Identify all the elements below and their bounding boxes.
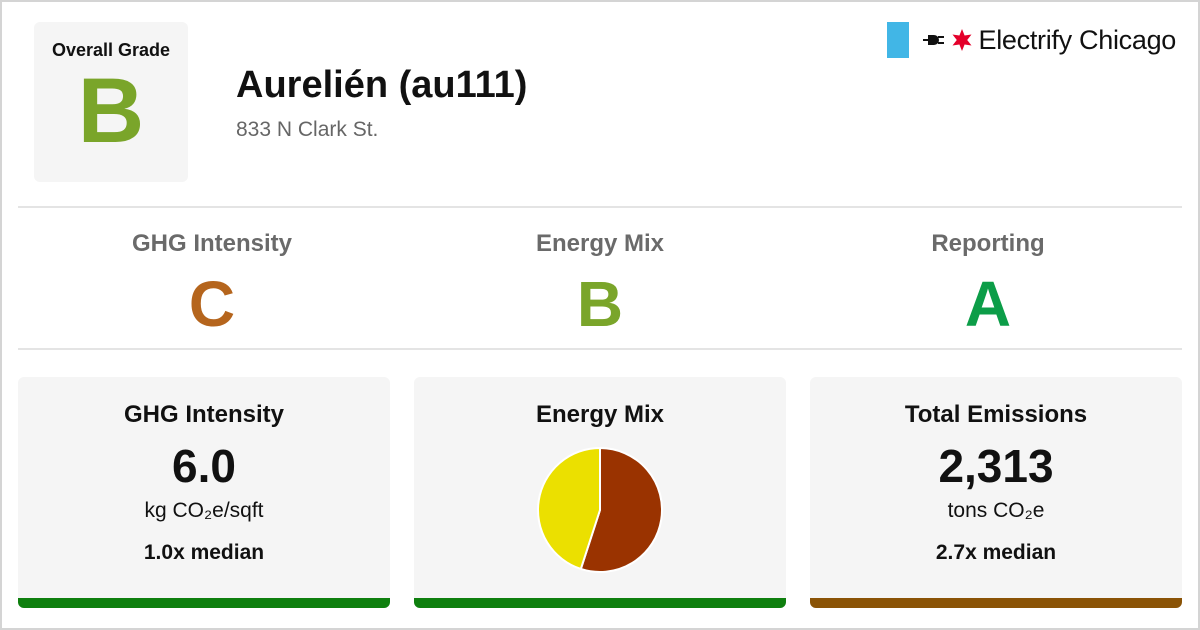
total-emissions-unit: tons CO₂e xyxy=(947,499,1045,522)
overall-grade-tile: Overall Grade B xyxy=(34,22,188,182)
subgrade-ghg-intensity: GHG Intensity C xyxy=(18,210,406,348)
flag-stripe-icon xyxy=(886,22,909,58)
plug-icon xyxy=(922,35,944,45)
subgrade-label: Energy Mix xyxy=(535,230,665,257)
energy-mix-card: Energy Mix xyxy=(414,377,786,608)
subgrade-label: Reporting xyxy=(931,230,1045,257)
card-status-bar xyxy=(414,598,786,608)
card-title: Total Emissions xyxy=(904,401,1088,428)
sub-grades: GHG Intensity C Energy Mix B Reporting A xyxy=(18,210,1182,348)
total-emissions-card: Total Emissions 2,313 tons CO₂e 2.7x med… xyxy=(810,377,1182,608)
card-status-bar xyxy=(18,598,390,608)
divider-top xyxy=(18,206,1182,208)
subgrade-letter: C xyxy=(188,268,236,340)
electrify-chicago-logo[interactable]: Electrify Chicago xyxy=(886,22,1177,58)
energy-mix-pie-chart xyxy=(536,446,663,573)
building-name: Aurelién (au111) xyxy=(236,64,528,106)
card-title: Energy Mix xyxy=(535,401,665,428)
ghg-intensity-median: 1.0x median xyxy=(143,541,265,564)
card-status-bar xyxy=(810,598,1182,608)
total-emissions-median: 2.7x median xyxy=(935,541,1057,564)
ghg-intensity-unit: kg CO₂e/sqft xyxy=(144,499,264,522)
ghg-intensity-value: 6.0 xyxy=(172,440,236,492)
card-title: GHG Intensity xyxy=(123,401,285,428)
subgrade-reporting: Reporting A xyxy=(794,210,1182,348)
subgrade-letter: A xyxy=(964,268,1012,340)
divider-bottom xyxy=(18,348,1182,350)
overall-grade-label: Overall Grade xyxy=(51,40,171,60)
total-emissions-value: 2,313 xyxy=(938,440,1054,492)
building-address: 833 N Clark St. xyxy=(236,118,379,141)
subgrade-label: GHG Intensity xyxy=(131,230,293,257)
overall-grade-letter: B xyxy=(77,60,145,162)
star-icon xyxy=(952,29,972,51)
ghg-intensity-card: GHG Intensity 6.0 kg CO₂e/sqft 1.0x medi… xyxy=(18,377,390,608)
subgrade-letter: B xyxy=(576,268,624,340)
logo-text: Electrify Chicago xyxy=(978,24,1177,55)
subgrade-energy-mix: Energy Mix B xyxy=(406,210,794,348)
